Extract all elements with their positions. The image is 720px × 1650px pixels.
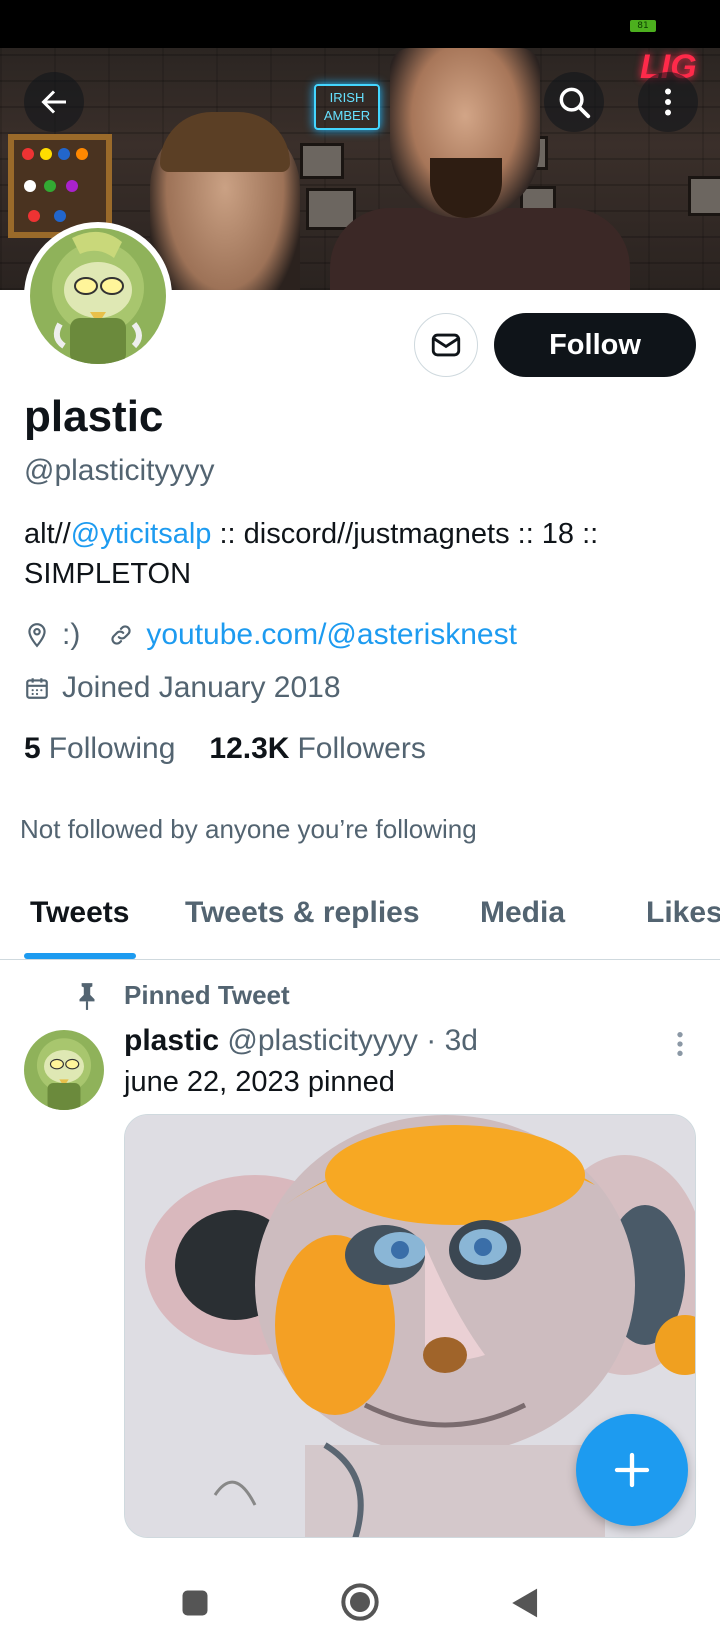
search-icon xyxy=(559,87,591,119)
tweet-separator: · xyxy=(426,1024,437,1057)
more-options-button[interactable] xyxy=(638,72,698,132)
follow-button[interactable]: Follow xyxy=(494,313,696,377)
status-bar: 81 xyxy=(0,0,720,48)
compose-tweet-button[interactable] xyxy=(576,1414,688,1526)
profile-tabs: Tweets Tweets & replies Media Likes xyxy=(0,872,720,960)
tweet-author-handle: @plasticityyyy xyxy=(227,1024,418,1057)
location-pin-icon xyxy=(28,623,46,648)
profile-bio: alt//@yticitsalp :: discord//justmagnets… xyxy=(24,514,684,594)
banner-shirt xyxy=(330,208,630,290)
tweet-author-name[interactable]: plastic xyxy=(124,1024,219,1057)
followers-count: 12.3K xyxy=(209,732,290,765)
more-vertical-icon xyxy=(677,1032,683,1056)
tweet-header: plastic @plasticityyyy · 3d xyxy=(124,1024,478,1058)
followers-label: Followers xyxy=(297,732,426,765)
tweet-time: 3d xyxy=(444,1024,478,1057)
bio-mention-link[interactable]: @yticitsalp xyxy=(71,518,212,550)
profile-avatar[interactable] xyxy=(24,222,172,370)
calendar-icon xyxy=(26,678,48,699)
tab-tweets-replies[interactable]: Tweets & replies xyxy=(185,896,420,930)
more-vertical-icon xyxy=(665,88,671,116)
back-triangle-icon[interactable] xyxy=(508,1586,540,1620)
banner-frame xyxy=(688,176,720,216)
profile-name: plastic xyxy=(24,392,164,441)
profile-website-link[interactable]: youtube.com/@asterisknest xyxy=(146,618,517,652)
bio-prefix: alt// xyxy=(24,518,71,550)
profile-joined-date: Joined January 2018 xyxy=(62,671,341,704)
active-tab-indicator xyxy=(24,953,136,959)
pinned-tweet-label: Pinned Tweet xyxy=(74,980,290,1011)
profile-meta-joined: Joined January 2018 xyxy=(24,671,341,705)
banner-person-left xyxy=(150,112,300,290)
tab-likes[interactable]: Likes xyxy=(646,896,720,930)
plus-icon xyxy=(614,1452,650,1488)
banner-neon-sign: IRISH AMBER xyxy=(314,84,380,130)
tweet-author-avatar[interactable] xyxy=(24,1030,104,1110)
avatar-image xyxy=(24,1030,104,1110)
profile-meta-location-website: :) youtube.com/@asterisknest xyxy=(24,618,517,652)
banner-frame xyxy=(300,143,344,179)
profile-stats: 5 Following 12.3K Followers xyxy=(24,732,426,766)
following-count: 5 xyxy=(24,732,41,765)
pin-icon xyxy=(79,982,95,1010)
profile-handle: @plasticityyyy xyxy=(24,454,215,487)
system-nav-bar xyxy=(0,1550,720,1650)
not-followed-notice: Not followed by anyone you’re following xyxy=(20,814,477,844)
tweet-text: june 22, 2023 pinned xyxy=(124,1066,395,1098)
arrow-left-icon xyxy=(41,90,66,114)
banner-person-right xyxy=(390,48,540,218)
avatar-image xyxy=(30,228,166,364)
following-stat[interactable]: 5 Following xyxy=(24,732,175,766)
profile-location: :) xyxy=(62,618,81,651)
search-button[interactable] xyxy=(544,72,604,132)
battery-icon: 81 xyxy=(630,20,656,32)
link-icon xyxy=(111,625,131,645)
envelope-icon xyxy=(431,333,461,357)
tab-tweets[interactable]: Tweets xyxy=(30,896,129,930)
recents-icon[interactable] xyxy=(180,1588,210,1618)
tweet-more-button[interactable] xyxy=(672,1028,688,1065)
pinned-tweet-text: Pinned Tweet xyxy=(124,980,290,1010)
home-icon[interactable] xyxy=(340,1582,380,1622)
tab-media[interactable]: Media xyxy=(480,896,565,930)
back-button[interactable] xyxy=(24,72,84,132)
followers-stat[interactable]: 12.3K Followers xyxy=(209,732,425,766)
following-label: Following xyxy=(48,732,176,765)
message-button[interactable] xyxy=(414,313,478,377)
